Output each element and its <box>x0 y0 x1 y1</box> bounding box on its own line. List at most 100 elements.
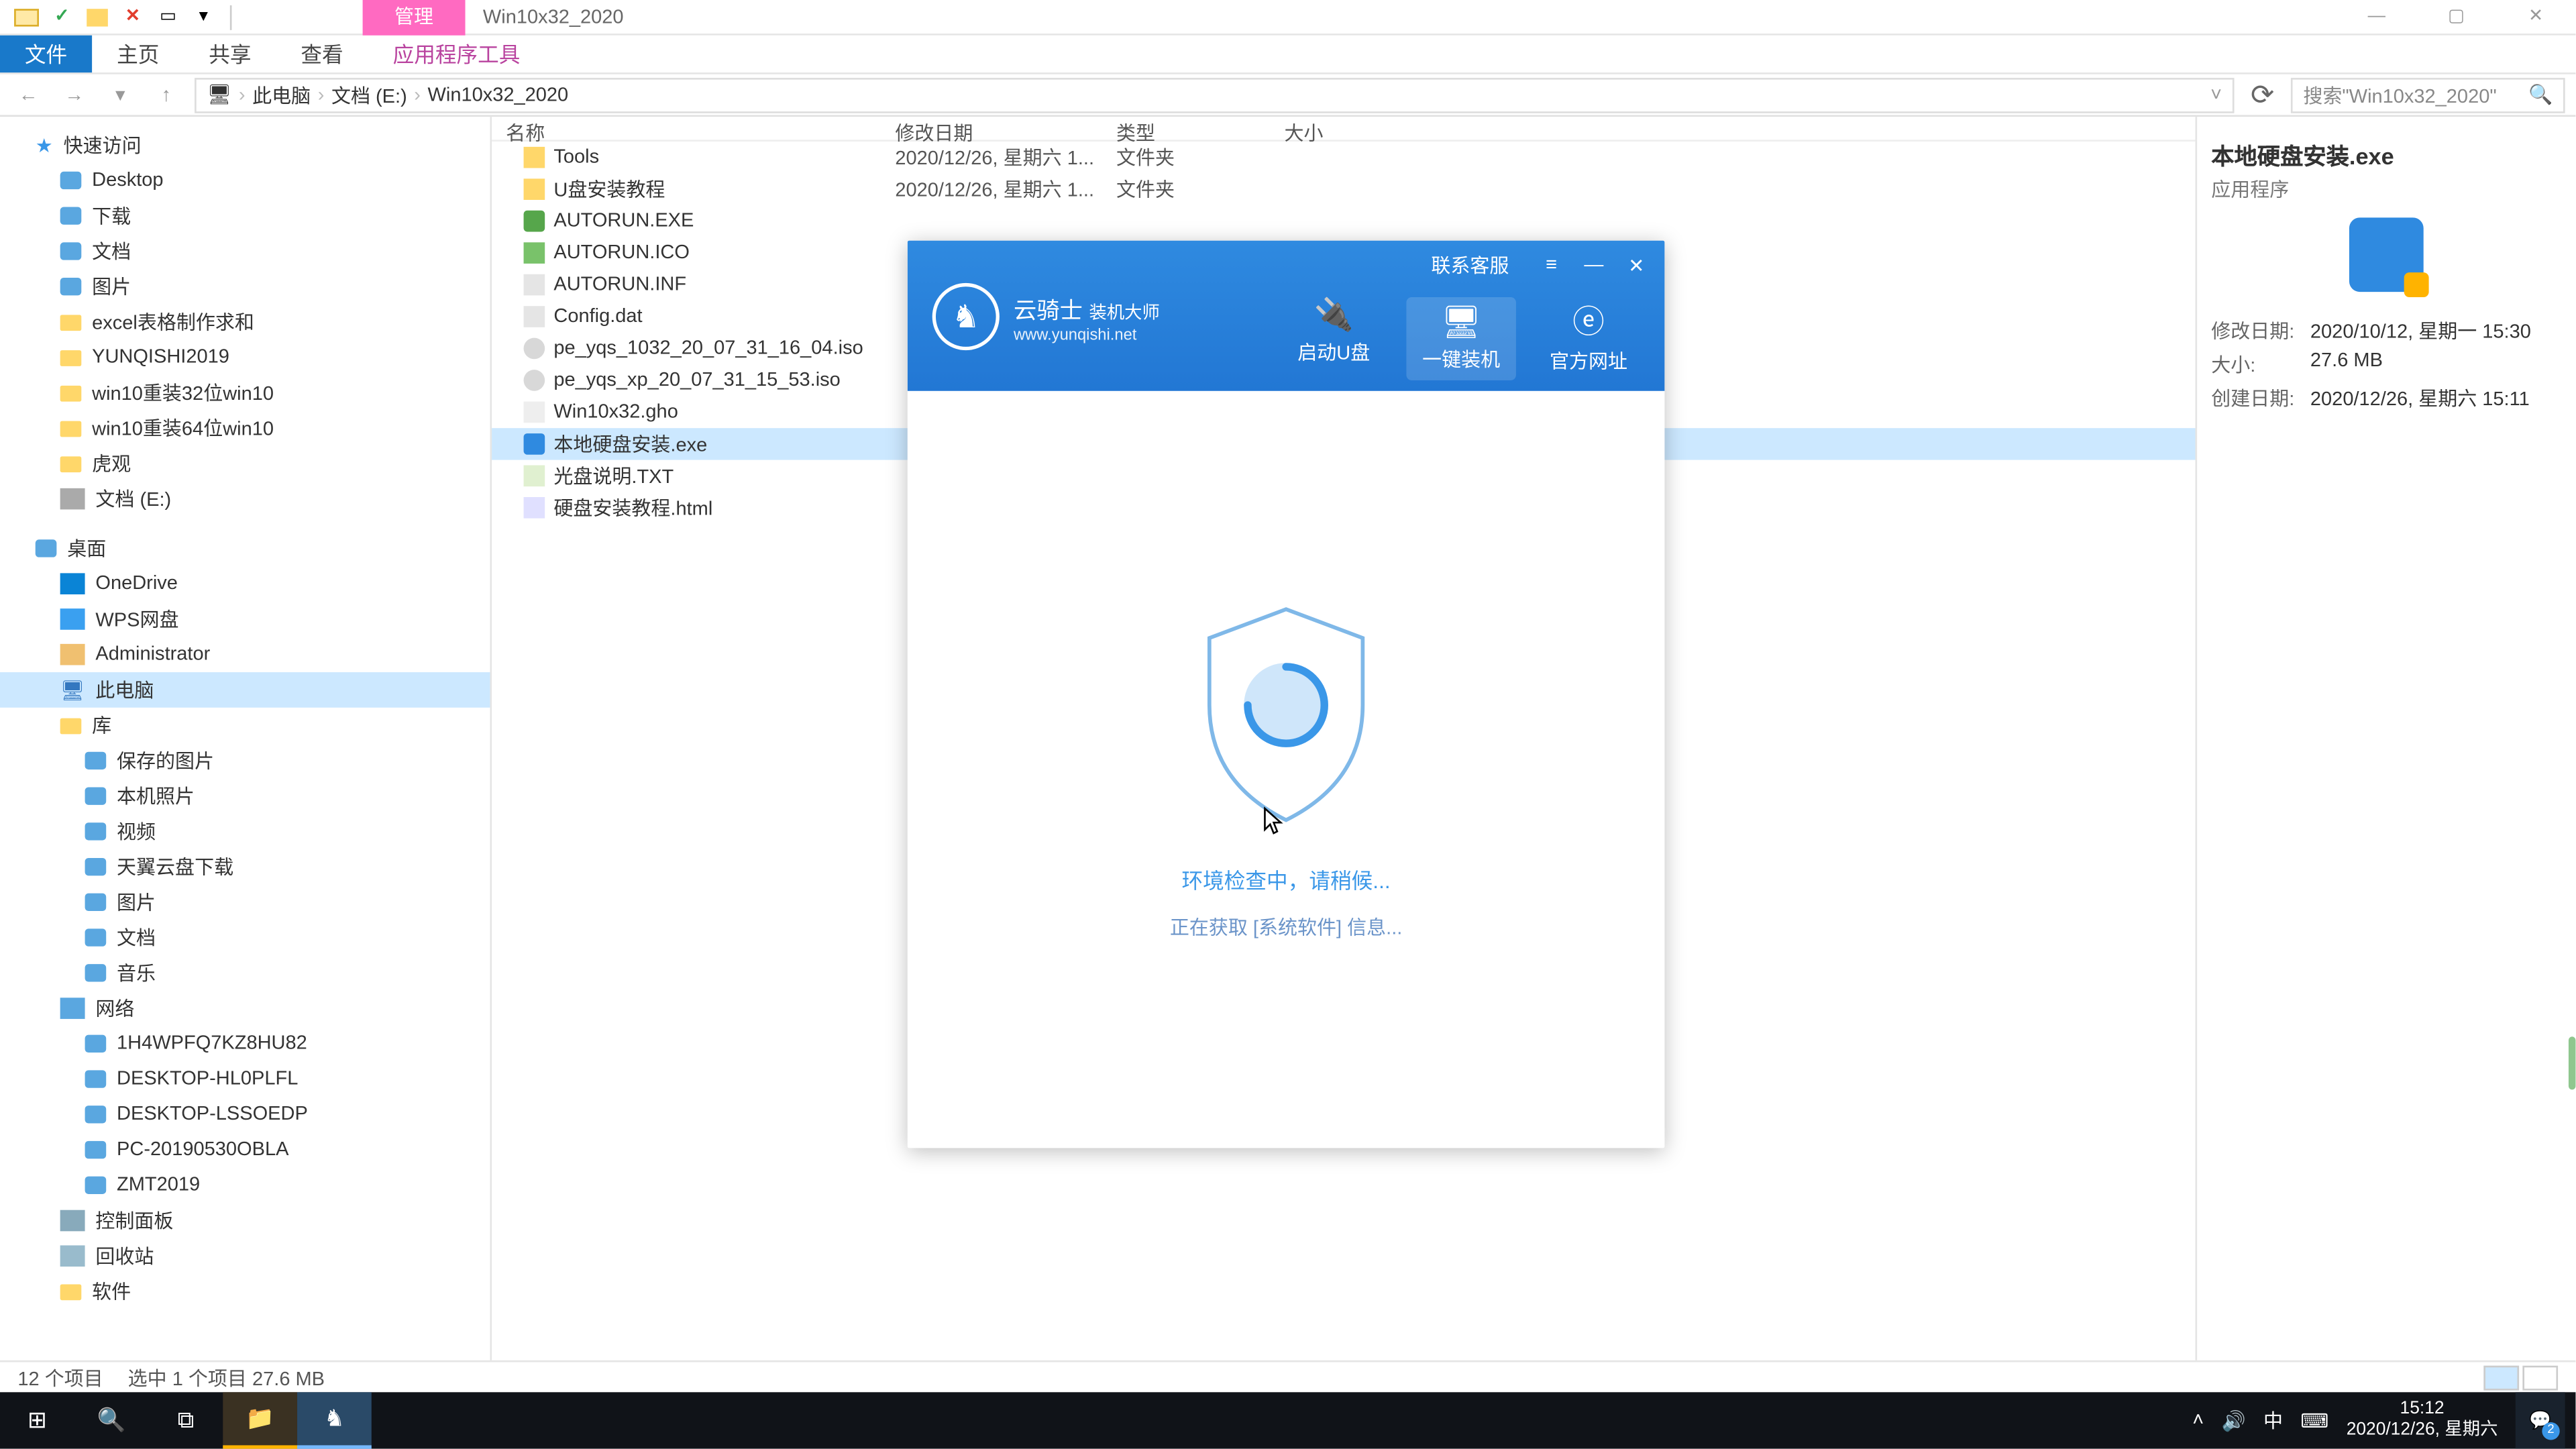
dialog-minimize[interactable]: — <box>1580 255 1608 276</box>
nav-video[interactable]: 视频 <box>0 814 490 849</box>
minimize-button[interactable]: — <box>2337 0 2416 34</box>
col-size[interactable]: 大小 <box>1270 119 1411 140</box>
scrollbar[interactable] <box>2555 117 2576 1392</box>
clock[interactable]: 15:12 2020/12/26, 星期六 <box>2347 1399 2498 1442</box>
nav-excel[interactable]: excel表格制作求和 <box>0 305 490 340</box>
nav-docs2[interactable]: 文档 <box>0 920 490 955</box>
nav-recycle[interactable]: 回收站 <box>0 1238 490 1274</box>
props-icon[interactable]: ▭ <box>152 1 184 32</box>
nav-admin[interactable]: Administrator <box>0 637 490 672</box>
nav-n4[interactable]: PC-20190530OBLA <box>0 1132 490 1168</box>
dialog-close[interactable]: ✕ <box>1622 254 1650 276</box>
taskview-button[interactable]: ⧉ <box>149 1392 223 1448</box>
file-date: 2020/12/26, 星期六 1... <box>881 144 1102 172</box>
menu-icon[interactable]: ≡ <box>1538 255 1566 276</box>
nav-wps[interactable]: WPS网盘 <box>0 602 490 637</box>
col-name[interactable]: 名称 <box>492 119 881 140</box>
nav-cp[interactable]: 控制面板 <box>0 1203 490 1238</box>
nav-w32[interactable]: win10重装32位win10 <box>0 375 490 411</box>
check-icon[interactable]: ✓ <box>46 1 78 32</box>
nav-w64[interactable]: win10重装64位win10 <box>0 411 490 446</box>
dialog-header: 联系客服 ≡ — ✕ ♞ 云骑士 装机大师 www.yunqishi.net 🔌… <box>908 241 1665 391</box>
nav-quick[interactable]: ★快速访问 <box>0 127 490 163</box>
nav-n3[interactable]: DESKTOP-LSSOEDP <box>0 1097 490 1132</box>
view-details-button[interactable] <box>2483 1364 2519 1389</box>
details-k3: 创建日期: <box>2211 384 2300 412</box>
nav-savedpics[interactable]: 保存的图片 <box>0 743 490 779</box>
crumb-folder[interactable]: Win10x32_2020 <box>428 84 569 105</box>
col-date[interactable]: 修改日期 <box>881 119 1102 140</box>
nav-network[interactable]: 网络 <box>0 991 490 1026</box>
nav-desk2[interactable]: 桌面 <box>0 531 490 566</box>
search-box[interactable]: 搜索"Win10x32_2020" 🔍 <box>2291 77 2565 113</box>
tab-share[interactable]: 共享 <box>184 36 276 72</box>
nav-music[interactable]: 音乐 <box>0 955 490 991</box>
tab-view[interactable]: 查看 <box>276 36 368 72</box>
file-row[interactable]: AUTORUN.EXE <box>492 205 2195 237</box>
shield-icon <box>1189 599 1383 829</box>
folder2-icon[interactable] <box>81 1 113 32</box>
history-button[interactable]: ▾ <box>103 83 138 106</box>
file-row[interactable]: Tools2020/12/26, 星期六 1...文件夹 <box>492 142 2195 173</box>
dialog-tab-usb[interactable]: 🔌启动U盘 <box>1279 297 1389 380</box>
context-tab[interactable]: 管理 <box>363 0 466 34</box>
folder-icon[interactable] <box>11 1 42 32</box>
tab-home[interactable]: 主页 <box>92 36 184 72</box>
nav-desktop[interactable]: Desktop <box>0 163 490 199</box>
nav-thispc[interactable]: 🖥此电脑 <box>0 672 490 708</box>
nav-edrive[interactable]: 文档 (E:) <box>0 481 490 517</box>
nav-pics[interactable]: 图片 <box>0 269 490 305</box>
search-button[interactable]: 🔍 <box>74 1392 149 1448</box>
ime-icon[interactable]: 中 <box>2263 1406 2283 1434</box>
file-name: 本地硬盘安装.exe <box>553 430 707 458</box>
separator <box>230 5 232 30</box>
nav-yun[interactable]: YUNQISHI2019 <box>0 339 490 375</box>
column-headers[interactable]: 名称 修改日期 类型 大小 <box>492 117 2195 142</box>
forward-button[interactable]: → <box>56 84 92 105</box>
nav-huguan[interactable]: 虎观 <box>0 446 490 482</box>
crumb-docs[interactable]: 文档 (E:) <box>331 80 407 109</box>
contact-link[interactable]: 联系客服 <box>1431 251 1509 279</box>
window-controls: — ▢ ✕ <box>2337 0 2575 34</box>
nav-n5[interactable]: ZMT2019 <box>0 1167 490 1203</box>
nav-downloads[interactable]: 下载 <box>0 198 490 233</box>
nav-docs[interactable]: 文档 <box>0 233 490 269</box>
refresh-button[interactable]: ⟳ <box>2245 77 2280 113</box>
crumb-dropdown-icon[interactable]: ˅ <box>2210 84 2222 105</box>
installer-taskbar[interactable]: ♞ <box>297 1392 372 1448</box>
nav-lib[interactable]: 库 <box>0 708 490 743</box>
file-name: AUTORUN.ICO <box>553 242 690 264</box>
tab-app-tools[interactable]: 应用程序工具 <box>368 36 545 72</box>
volume-icon[interactable]: 🔊 <box>2222 1409 2246 1432</box>
tray-chevron-icon[interactable]: ˄ <box>2192 1410 2204 1432</box>
crumb-pc[interactable]: 此电脑 <box>252 80 311 109</box>
notifications-button[interactable]: 💬2 <box>2516 1392 2565 1448</box>
breadcrumb[interactable]: 🖥› 此电脑› 文档 (E:)› Win10x32_2020 ˅ <box>195 77 2234 113</box>
nav-localpics[interactable]: 本机照片 <box>0 778 490 814</box>
back-button[interactable]: ← <box>11 84 46 105</box>
nav-pics2[interactable]: 图片 <box>0 885 490 920</box>
dropdown-icon[interactable]: ▾ <box>188 1 219 32</box>
start-button[interactable]: ⊞ <box>0 1392 74 1448</box>
tab-file[interactable]: 文件 <box>0 36 92 72</box>
nav-onedrive[interactable]: OneDrive <box>0 566 490 602</box>
up-button[interactable]: ↑ <box>149 84 184 105</box>
details-v3: 2020/12/26, 星期六 15:11 <box>2310 384 2530 412</box>
nav-n2[interactable]: DESKTOP-HL0PLFL <box>0 1061 490 1097</box>
dialog-tab-web[interactable]: ⓔ官方网址 <box>1534 297 1643 380</box>
dialog-tab-install[interactable]: 🖥一键装机 <box>1406 297 1515 380</box>
delete-icon[interactable]: ✕ <box>117 1 148 32</box>
file-row[interactable]: U盘安装教程2020/12/26, 星期六 1...文件夹 <box>492 173 2195 205</box>
search-icon[interactable]: 🔍 <box>2528 83 2553 106</box>
explorer-taskbar[interactable]: 📁 <box>223 1392 297 1448</box>
keyboard-icon[interactable]: ⌨ <box>2300 1409 2328 1432</box>
close-button[interactable]: ✕ <box>2496 0 2576 34</box>
file-name: AUTORUN.EXE <box>553 211 694 232</box>
col-type[interactable]: 类型 <box>1102 119 1271 140</box>
nav-tycloud[interactable]: 天翼云盘下载 <box>0 849 490 885</box>
nav-tree[interactable]: ★快速访问 Desktop 下载 文档 图片 excel表格制作求和 YUNQI… <box>0 117 492 1392</box>
maximize-button[interactable]: ▢ <box>2416 0 2496 34</box>
view-icons-button[interactable] <box>2522 1364 2558 1389</box>
nav-soft[interactable]: 软件 <box>0 1274 490 1309</box>
nav-n1[interactable]: 1H4WPFQ7KZ8HU82 <box>0 1026 490 1061</box>
